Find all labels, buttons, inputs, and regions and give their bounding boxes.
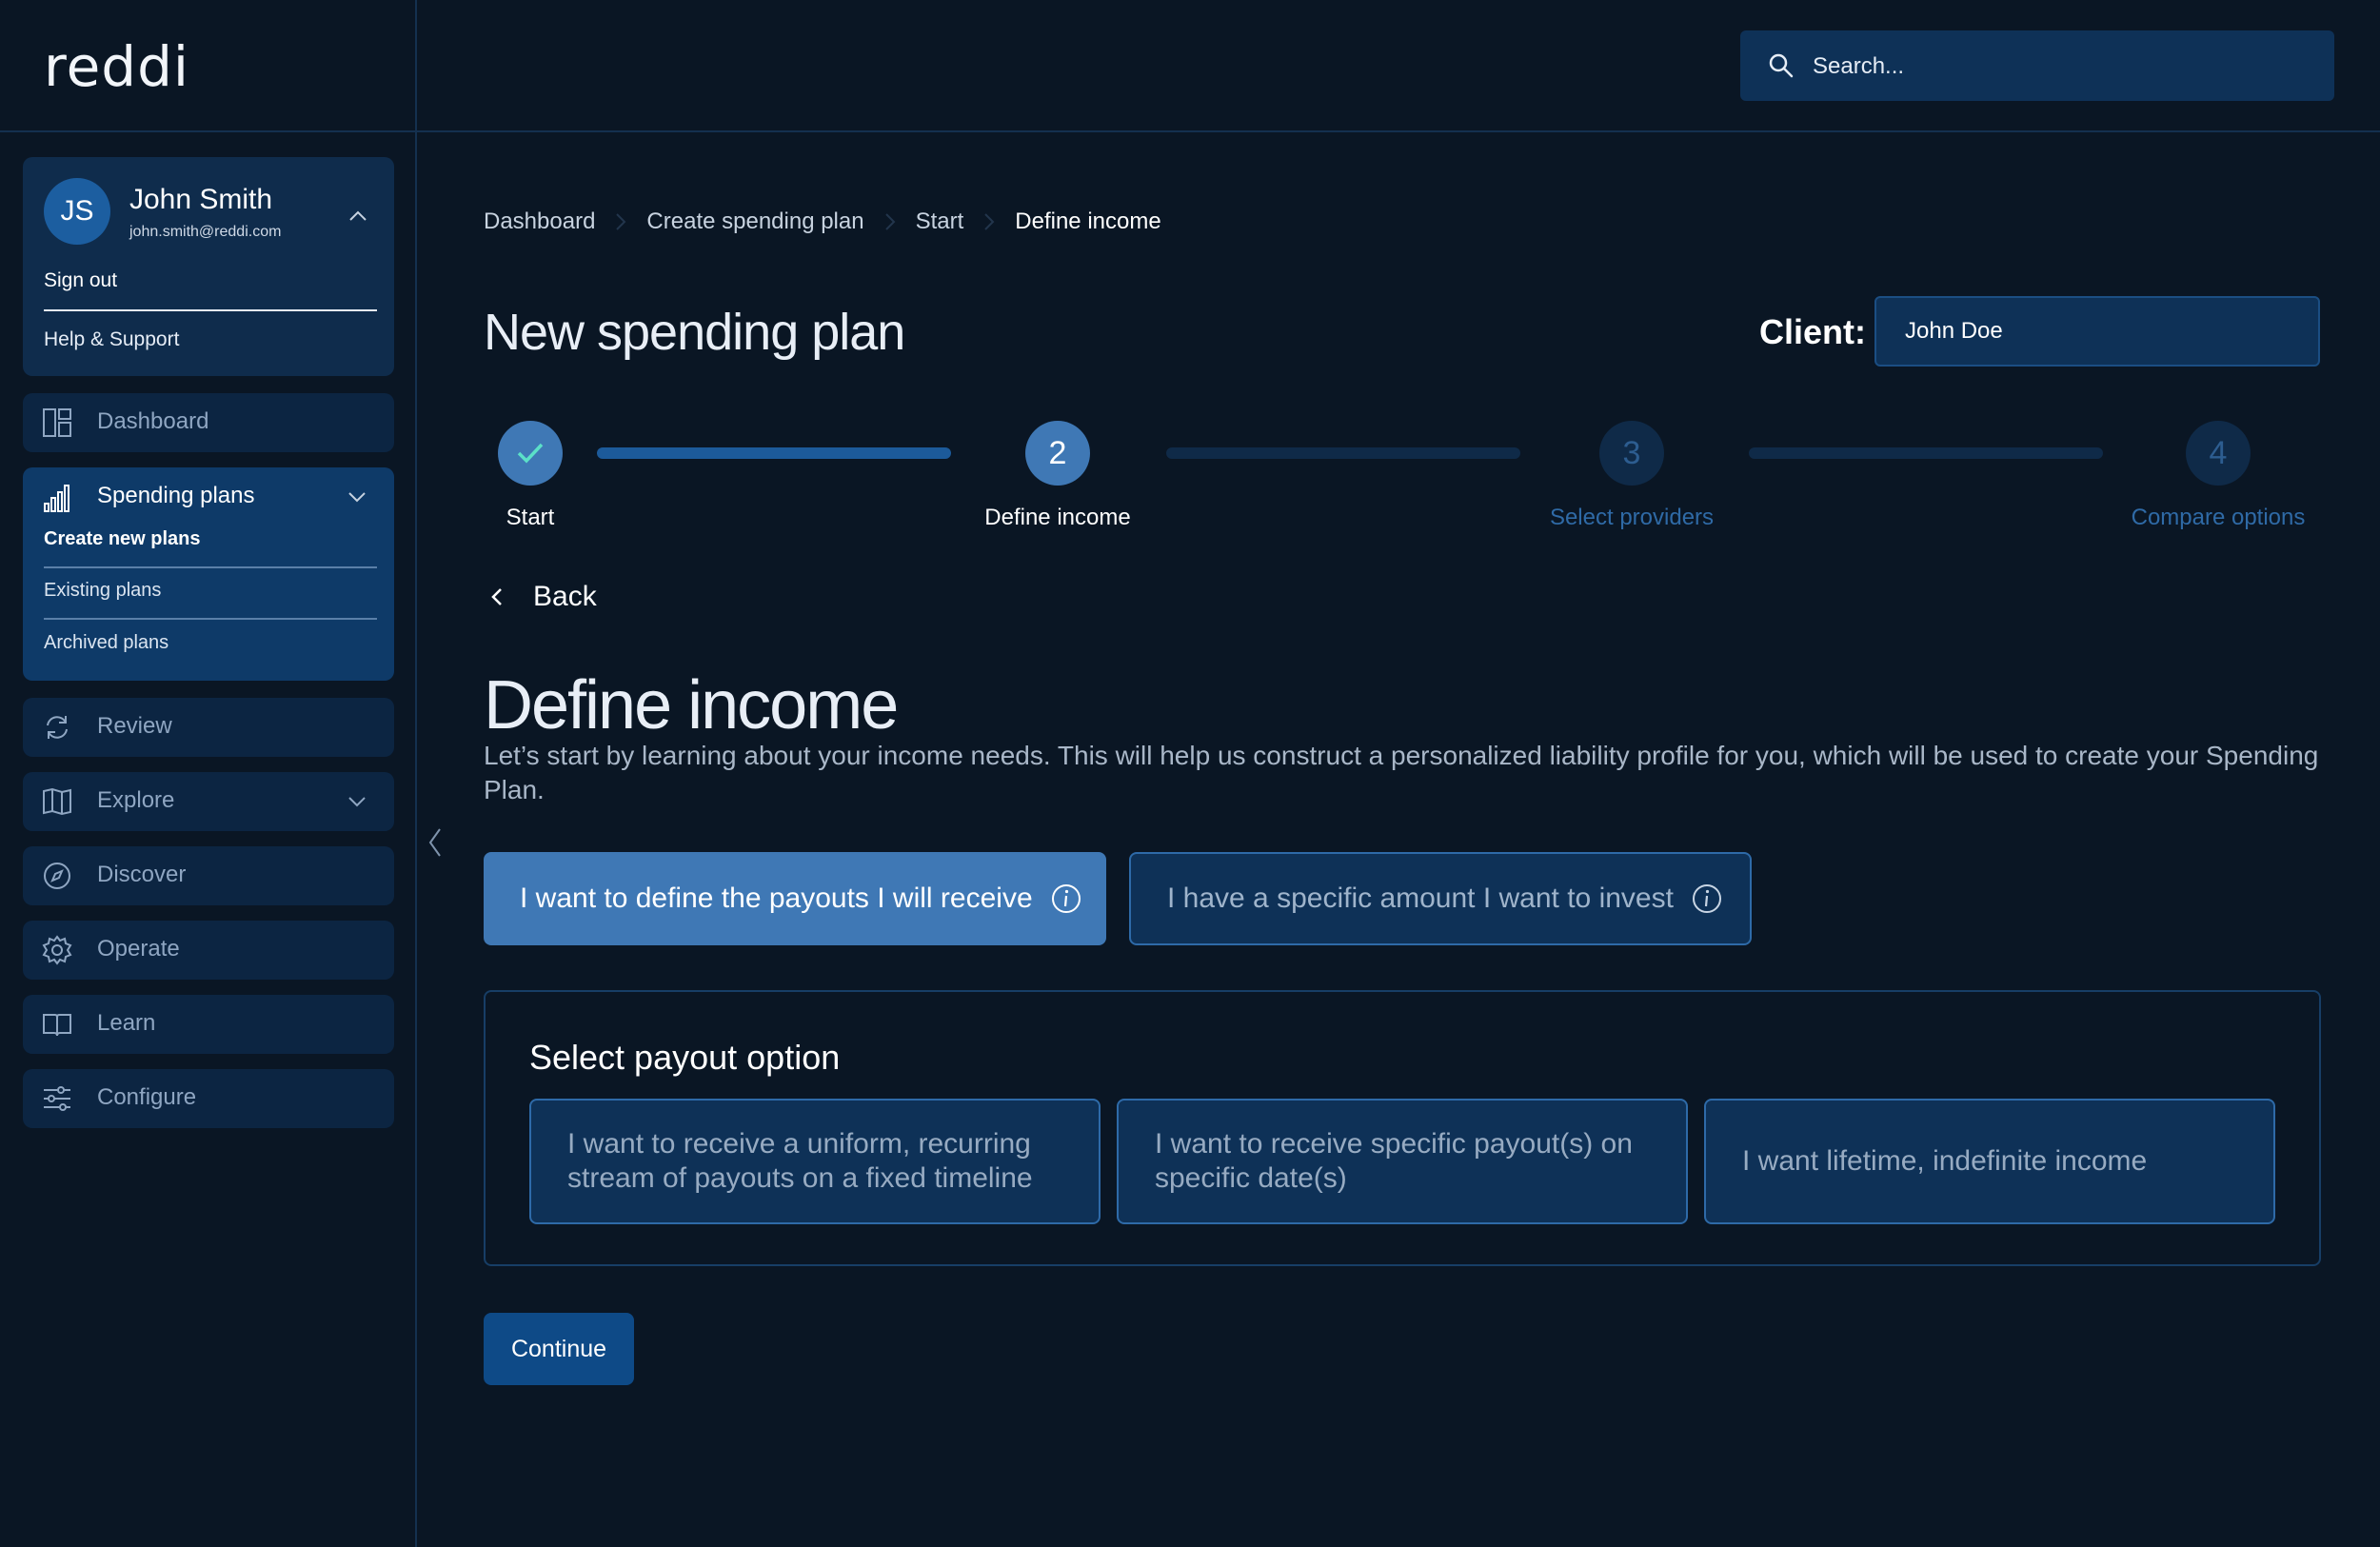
sidebar-item-operate[interactable]: Operate [23, 921, 394, 980]
collapse-sidebar-icon[interactable] [426, 826, 446, 859]
section-heading: Define income [484, 667, 899, 744]
help-support-link[interactable]: Help & Support [44, 328, 179, 351]
sidebar-item-discover[interactable]: Discover [23, 846, 394, 905]
chevron-right-icon [984, 213, 995, 230]
bar-chart-icon[interactable] [42, 483, 72, 513]
sidebar-item-learn[interactable]: Learn [23, 995, 394, 1054]
client-label: Client: [1759, 312, 1866, 351]
user-name: John Smith [129, 184, 273, 215]
sidebar-item-label: Configure [97, 1084, 197, 1110]
sign-out-link[interactable]: Sign out [44, 269, 117, 292]
step-2-current-circle[interactable]: 2 [1025, 421, 1090, 486]
app-logo[interactable]: reddi [44, 34, 189, 99]
sidebar-subitem-archived-plans[interactable]: Archived plans [44, 632, 169, 654]
breadcrumb: Dashboard Create spending plan Start Def… [484, 208, 1161, 236]
sidebar: JS John Smith john.smith@reddi.com Sign … [0, 130, 417, 1547]
option-label: I want to define the payouts I will rece… [520, 883, 1033, 914]
info-icon[interactable] [1691, 883, 1723, 915]
client-field[interactable] [1876, 298, 2318, 365]
payout-option-panel: Select payout option I want to receive a… [484, 990, 2321, 1266]
back-label: Back [533, 581, 597, 612]
avatar[interactable]: JS [44, 178, 110, 245]
specific-amount-option-button[interactable]: I have a specific amount I want to inves… [1129, 852, 1752, 945]
step-1-complete-circle[interactable] [498, 421, 563, 486]
step-label-compare-options: Compare options [2131, 505, 2306, 530]
option-label: I have a specific amount I want to inves… [1167, 883, 1674, 914]
define-payouts-option-button[interactable]: I want to define the payouts I will rece… [484, 852, 1106, 945]
payout-option-recurring[interactable]: I want to receive a uniform, recurring s… [529, 1099, 1101, 1224]
step-4-circle[interactable]: 4 [2186, 421, 2251, 486]
chevron-right-icon [884, 213, 896, 230]
sidebar-item-label: Learn [97, 1010, 156, 1036]
step-connector-3 [1749, 447, 2103, 459]
top-bar: reddi [0, 0, 2380, 132]
chevron-up-icon[interactable] [347, 205, 369, 228]
sidebar-subitem-existing-plans[interactable]: Existing plans [44, 580, 161, 602]
continue-button[interactable]: Continue [484, 1313, 634, 1385]
chevron-down-icon[interactable] [347, 486, 367, 507]
check-icon [517, 443, 544, 464]
refresh-icon [47, 716, 68, 739]
client-field-wrapper [1874, 296, 2320, 367]
book-icon [43, 1014, 71, 1037]
search-input[interactable] [1811, 30, 2310, 103]
step-label-define-income: Define income [984, 505, 1131, 530]
step-connector-1 [597, 447, 951, 459]
search-bar[interactable] [1740, 30, 2334, 103]
step-3-circle[interactable]: 3 [1599, 421, 1664, 486]
breadcrumb-current: Define income [1015, 208, 1161, 234]
sliders-icon [44, 1086, 70, 1111]
sidebar-item-review[interactable]: Review [23, 698, 394, 757]
sidebar-item-label: Discover [97, 862, 187, 887]
info-icon[interactable] [1050, 883, 1082, 915]
sidebar-item-dashboard[interactable]: Dashboard [23, 393, 394, 452]
payout-panel-title: Select payout option [529, 1038, 841, 1077]
sidebar-subitem-create-new-plans[interactable]: Create new plans [44, 528, 201, 550]
section-description: Let’s start by learning about your incom… [484, 741, 2319, 804]
sidebar-item-configure[interactable]: Configure [23, 1069, 394, 1128]
sidebar-item-label: Operate [97, 936, 180, 962]
back-button[interactable]: Back [484, 581, 597, 613]
sidebar-item-label: Dashboard [97, 408, 209, 434]
page-title: New spending plan [484, 304, 905, 361]
breadcrumb-item[interactable]: Start [916, 208, 964, 235]
gear-icon [42, 935, 72, 965]
sidebar-group-spending-plans: Spending plans Create new plans Existing… [23, 467, 394, 681]
dashboard-icon [43, 408, 71, 437]
breadcrumb-item[interactable]: Create spending plan [646, 208, 863, 235]
payout-option-lifetime[interactable]: I want lifetime, indefinite income [1704, 1099, 2275, 1224]
sidebar-item-label: Explore [97, 787, 175, 813]
search-icon [1769, 53, 1794, 78]
chevron-left-icon [491, 588, 502, 605]
chevron-right-icon [616, 213, 626, 230]
divider [44, 309, 377, 311]
step-connector-2 [1166, 447, 1520, 459]
user-email: john.smith@reddi.com [129, 224, 282, 240]
chevron-down-icon[interactable] [347, 791, 367, 812]
compass-icon [44, 863, 70, 889]
sidebar-item-explore[interactable]: Explore [23, 772, 394, 831]
sidebar-item-label: Review [97, 713, 172, 739]
map-icon [43, 787, 71, 816]
step-label-start: Start [506, 505, 555, 530]
user-profile-card: JS John Smith john.smith@reddi.com Sign … [23, 157, 394, 376]
divider [44, 618, 377, 620]
logo-area: reddi [0, 0, 417, 130]
breadcrumb-item[interactable]: Dashboard [484, 208, 595, 235]
divider [44, 566, 377, 568]
sidebar-item-spending-plans[interactable]: Spending plans [97, 483, 254, 509]
step-label-select-providers: Select providers [1549, 505, 1715, 530]
payout-option-specific-dates[interactable]: I want to receive specific payout(s) on … [1117, 1099, 1688, 1224]
